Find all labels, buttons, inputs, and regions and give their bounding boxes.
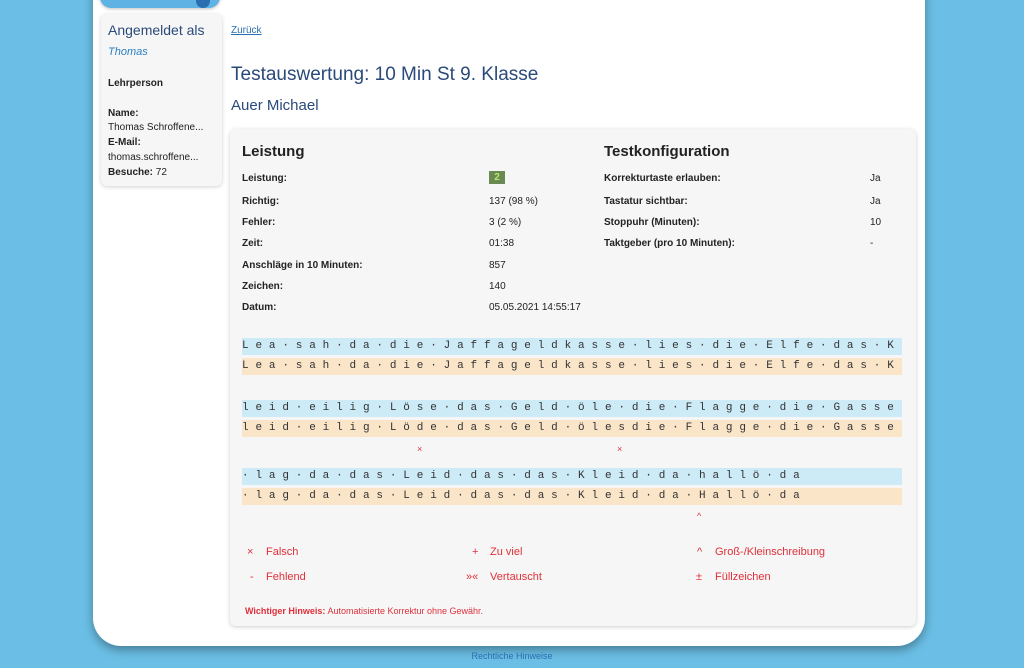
legend-symbol-missing: - bbox=[250, 571, 254, 583]
name-value: Thomas Schroffene... bbox=[108, 122, 204, 133]
legend-symbol-extra: + bbox=[472, 546, 479, 558]
legend-label-case: Groß-/Kleinschreibung bbox=[715, 546, 826, 558]
visits-value: 72 bbox=[155, 167, 167, 178]
typed-line-1: L e a · s a h · d a · d i e · J a f f a … bbox=[242, 358, 902, 375]
legal-link[interactable]: Rechtliche Hinweise bbox=[0, 651, 1024, 661]
perf-label-date: Datum: bbox=[242, 302, 277, 313]
visits-label: Besuche: bbox=[108, 167, 154, 178]
perf-label-errors: Fehler: bbox=[242, 217, 276, 228]
legend-label-extra: Zu viel bbox=[490, 546, 523, 558]
error-mark: × bbox=[617, 444, 623, 454]
perf-value-strokes: 857 bbox=[489, 260, 506, 271]
expected-line-2: l e i d · e i l i g · L ö s e · d a s · … bbox=[242, 400, 902, 417]
sidebar-username: Thomas bbox=[108, 46, 148, 58]
visits-line: Besuche: 72 bbox=[108, 167, 167, 178]
perf-value-errors: 3 (2 %) bbox=[489, 217, 522, 228]
page-title: Testauswertung: 10 Min St 9. Klasse bbox=[231, 64, 539, 85]
config-title: Testkonfiguration bbox=[604, 143, 730, 160]
perf-value-chars: 140 bbox=[489, 281, 506, 292]
config-label-correction: Korrekturtaste erlauben: bbox=[604, 173, 721, 184]
legend-symbol-wrong: × bbox=[247, 546, 254, 558]
perf-label-strokes: Anschläge in 10 Minuten: bbox=[242, 260, 363, 271]
email-value: thomas.schroffene... bbox=[108, 152, 199, 163]
legend-label-swapped: Vertauscht bbox=[490, 571, 542, 583]
config-value-keyboard: Ja bbox=[870, 196, 881, 207]
legend-label-wrong: Falsch bbox=[266, 546, 299, 558]
perf-label-correct: Richtig: bbox=[242, 196, 280, 207]
expected-line-3: · l a g · d a · d a s · L e i d · d a s … bbox=[242, 468, 902, 485]
typed-line-2: l e i d · e i l i g · L ö d e · d a s · … bbox=[242, 420, 902, 437]
user-sidebar: Angemeldet als Thomas Lehrperson Name: T… bbox=[101, 14, 222, 186]
perf-value-correct: 137 (98 %) bbox=[489, 196, 538, 207]
name-label: Name: bbox=[108, 108, 139, 119]
disclaimer: Wichtiger Hinweis: Automatisierte Korrek… bbox=[245, 606, 483, 616]
perf-label-chars: Zeichen: bbox=[242, 281, 284, 292]
config-label-stopwatch: Stoppuhr (Minuten): bbox=[604, 217, 700, 228]
legend-symbol-filler: ± bbox=[696, 571, 703, 583]
perf-value-date: 05.05.2021 14:55:17 bbox=[489, 302, 581, 313]
sidebar-role: Lehrperson bbox=[108, 78, 164, 89]
disclaimer-text: Automatisierte Korrektur ohne Gewähr. bbox=[325, 606, 484, 616]
perf-value-time: 01:38 bbox=[489, 238, 515, 249]
grade-badge: 2 bbox=[489, 171, 505, 184]
perf-label-time: Zeit: bbox=[242, 238, 264, 249]
email-label: E-Mail: bbox=[108, 137, 141, 148]
config-label-keyboard: Tastatur sichtbar: bbox=[604, 196, 688, 207]
config-label-metronome: Taktgeber (pro 10 Minuten): bbox=[604, 238, 735, 249]
config-value-correction: Ja bbox=[870, 173, 881, 184]
perf-label-grade: Leistung: bbox=[242, 173, 287, 184]
disclaimer-bold: Wichtiger Hinweis: bbox=[245, 606, 326, 616]
case-mark: ^ bbox=[697, 511, 702, 521]
legend-symbol-case: ^ bbox=[697, 546, 703, 558]
performance-title: Leistung bbox=[242, 143, 305, 160]
config-value-metronome: - bbox=[870, 238, 874, 249]
expected-line-1: L e a · s a h · d a · d i e · J a f f a … bbox=[242, 338, 902, 355]
legend-symbol-swapped: »« bbox=[466, 571, 479, 583]
typed-line-3: · l a g · d a · d a s · L e i d · d a s … bbox=[242, 488, 902, 505]
legend-label-filler: Füllzeichen bbox=[715, 571, 771, 583]
student-name: Auer Michael bbox=[231, 97, 319, 114]
legend-label-missing: Fehlend bbox=[266, 571, 306, 583]
back-link[interactable]: Zurück bbox=[231, 25, 262, 36]
error-mark: × bbox=[417, 444, 423, 454]
sidebar-title: Angemeldet als bbox=[108, 22, 205, 38]
config-value-stopwatch: 10 bbox=[870, 217, 882, 228]
